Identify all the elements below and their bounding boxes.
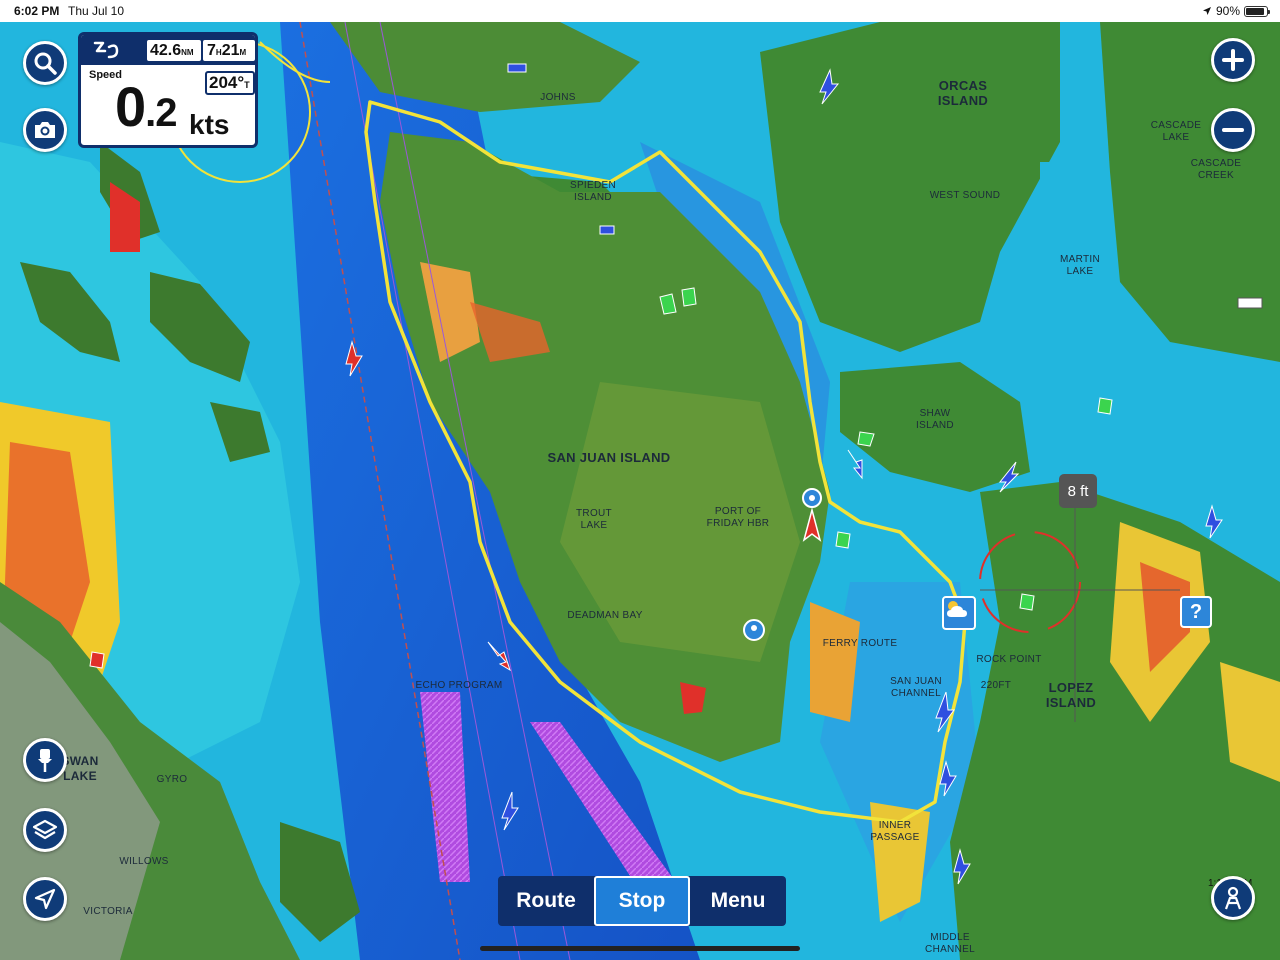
label-depth-220: 220FT	[980, 680, 1012, 691]
speed-value: 0.2	[115, 75, 178, 143]
label-west-sound: WEST SOUND	[929, 190, 1001, 201]
minus-icon	[1222, 128, 1244, 132]
nautical-chart[interactable]: ORCAS ISLAND SAN JUAN ISLAND LOPEZ ISLAN…	[0, 22, 1280, 960]
label-johns: JOHNS	[540, 92, 576, 103]
weather-marker[interactable]	[942, 596, 976, 630]
label-victoria: VICTORIA	[83, 906, 133, 917]
instrument-panel[interactable]: 42.6NM 7H21M Speed 204°T 0.2 kts	[78, 32, 258, 148]
camera-button[interactable]	[23, 108, 67, 152]
menu-button[interactable]: Menu	[690, 876, 786, 926]
drop-pin-button[interactable]	[23, 738, 67, 782]
duration-minutes: 21	[221, 42, 240, 59]
unknown-info-marker[interactable]: ?	[1180, 596, 1212, 628]
profile-button[interactable]	[1211, 876, 1255, 920]
label-lopez-island: LOPEZ ISLAND	[1045, 680, 1097, 710]
search-button[interactable]	[23, 41, 67, 85]
layers-icon	[32, 819, 58, 840]
label-trout-lake: TROUT LAKE	[576, 508, 612, 531]
battery-percent: 90%	[1215, 4, 1240, 18]
heading-value: 204°	[209, 73, 245, 92]
pin-icon	[38, 749, 52, 772]
label-san-juan-channel: SAN JUAN CHANNEL	[890, 676, 942, 699]
heading-unit: T	[244, 80, 250, 90]
status-date: Thu Jul 10	[68, 4, 125, 18]
status-bar: 6:02 PM Thu Jul 10 90%	[0, 0, 1280, 22]
status-time: 6:02 PM	[14, 4, 60, 18]
label-san-juan-island: SAN JUAN ISLAND	[547, 450, 671, 465]
plus-icon	[1222, 49, 1244, 71]
duration-minutes-unit: M	[239, 48, 247, 57]
label-echo-program: ECHO PROGRAM	[415, 680, 503, 691]
search-icon	[34, 52, 57, 75]
depth-readout-tag: 8 ft	[1059, 474, 1097, 508]
layers-button[interactable]	[23, 808, 67, 852]
status-right: 90%	[1202, 4, 1270, 18]
label-middle-channel: MIDDLE CHANNEL	[925, 932, 975, 955]
label-rock-point: ROCK POINT	[976, 654, 1042, 665]
label-ferry-route: FERRY ROUTE	[822, 638, 898, 649]
track-recording-icon	[93, 41, 119, 59]
route-button[interactable]: Route	[498, 876, 594, 926]
label-martin-lake: MARTIN LAKE	[1060, 254, 1100, 277]
locate-button[interactable]	[23, 877, 67, 921]
heading-readout: 204°T	[205, 71, 255, 95]
location-services-icon	[1202, 7, 1211, 15]
label-gyro: GYRO	[156, 774, 188, 785]
label-willows: WILLOWS	[119, 856, 169, 867]
person-icon	[1224, 886, 1242, 910]
speed-unit: kts	[189, 109, 230, 140]
label-cascade-creek: CASCADE CREEK	[1190, 158, 1242, 181]
label-cascade-lake: CASCADE LAKE	[1150, 120, 1202, 143]
label-spieden-island: SPIEDEN ISLAND	[569, 180, 616, 203]
bottom-toolbar: Route Stop Menu	[498, 876, 786, 926]
label-inner-passage: INNER PASSAGE	[870, 820, 920, 843]
distance-value: 42.6	[150, 42, 182, 59]
zoom-in-button[interactable]	[1211, 38, 1255, 82]
waypoint-pin[interactable]	[743, 619, 765, 641]
battery-icon	[1244, 5, 1270, 17]
stop-button[interactable]: Stop	[594, 876, 690, 926]
distance-readout: 42.6NM	[147, 40, 201, 61]
battery-level	[1246, 7, 1264, 15]
home-indicator[interactable]	[480, 946, 800, 951]
label-deadman-bay: DEADMAN BAY	[567, 610, 643, 621]
label-port-of-friday-harbor: PORT OF FRIDAY HBR	[706, 506, 770, 529]
speed-int: 0	[115, 75, 146, 138]
label-orcas-island: ORCAS ISLAND	[937, 78, 989, 108]
distance-unit: NM	[181, 48, 194, 57]
location-arrow-icon	[34, 888, 56, 910]
partly-cloudy-icon	[947, 601, 967, 617]
speed-dec: .2	[145, 91, 177, 135]
duration-readout: 7H21M	[203, 40, 255, 61]
duration-hours: 7	[207, 42, 216, 59]
camera-icon	[35, 122, 55, 138]
label-shaw-island: SHAW ISLAND	[916, 408, 954, 431]
zoom-out-button[interactable]	[1211, 108, 1255, 152]
